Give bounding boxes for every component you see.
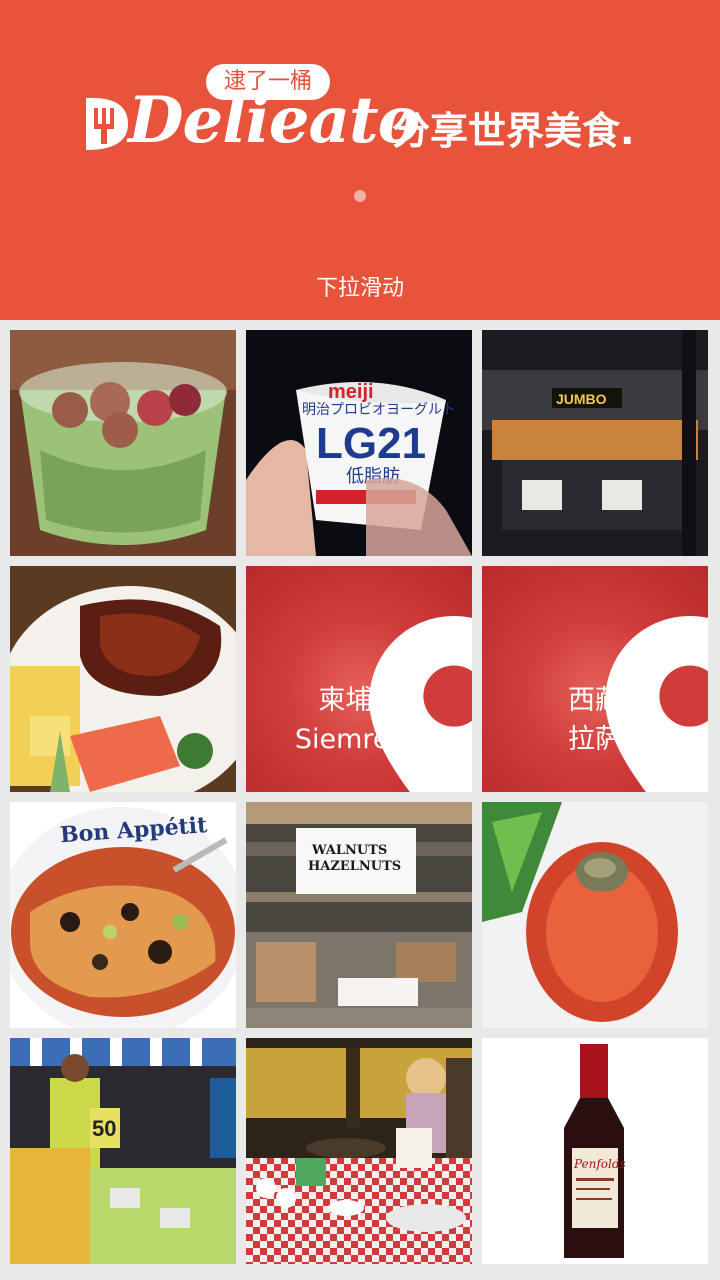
logo-slogan: 分享世界美食. — [392, 109, 635, 153]
app-logo: 逮了一桶 Delieato 分享世界美食. — [74, 60, 654, 170]
page-indicator-dot — [354, 190, 366, 202]
buffet-table-photo-icon — [246, 1038, 472, 1264]
svg-text:50: 50 — [92, 1116, 116, 1141]
location-tile-cambodia[interactable]: 柬埔寨 Siemreab — [246, 566, 472, 792]
tea-glass-photo-icon — [10, 330, 236, 556]
restaurant-photo-icon: JUMBO — [482, 330, 708, 556]
photo-tile[interactable]: Penfolds — [482, 1038, 708, 1264]
location-tile-tibet[interactable]: 西藏 拉萨 — [482, 566, 708, 792]
pull-down-hint: 下拉滑动 — [315, 276, 404, 301]
svg-text:meiji: meiji — [328, 381, 374, 403]
bowl-noodles-photo-icon: Bon Appétit — [10, 802, 236, 1028]
svg-text:HAZELNUTS: HAZELNUTS — [308, 859, 401, 874]
nut-stall-photo-icon: WALNUTS HAZELNUTS — [246, 802, 472, 1028]
grilled-meat-plate-photo-icon — [10, 566, 236, 792]
photo-tile[interactable] — [482, 802, 708, 1028]
svg-text:LG21: LG21 — [316, 419, 426, 468]
photo-tile[interactable] — [10, 566, 236, 792]
app-header: 逮了一桶 Delieato 分享世界美食. 下拉滑动 — [0, 0, 720, 320]
fork-logo-icon — [86, 97, 128, 150]
svg-text:WALNUTS: WALNUTS — [311, 843, 387, 858]
photo-tile[interactable]: meiji 明治プロビオヨーグルト LG21 低脂肪 — [246, 330, 472, 556]
location-name-secondary: 拉萨 — [568, 724, 622, 755]
stuffed-tomato-photo-icon — [482, 802, 708, 1028]
yogurt-cup-photo-icon: meiji 明治プロビオヨーグルト LG21 低脂肪 — [246, 330, 472, 556]
location-name-primary: 西藏 — [568, 685, 622, 716]
location-name-secondary: Siemreab — [294, 724, 424, 755]
photo-tile[interactable]: 50 — [10, 1038, 236, 1264]
photo-tile[interactable]: Bon Appétit — [10, 802, 236, 1028]
photo-tile[interactable] — [10, 330, 236, 556]
food-photo-grid: meiji 明治プロビオヨーグルト LG21 低脂肪 JUMBO 柬埔寨 Sie… — [0, 320, 720, 1280]
svg-text:Penfolds: Penfolds — [573, 1157, 626, 1171]
wine-bottle-photo-icon: Penfolds — [482, 1038, 708, 1264]
photo-tile[interactable]: JUMBO — [482, 330, 708, 556]
market-stall-photo-icon: 50 — [10, 1038, 236, 1264]
photo-tile[interactable] — [246, 1038, 472, 1264]
svg-text:JUMBO: JUMBO — [556, 391, 607, 407]
svg-text:明治プロビオヨーグルト: 明治プロビオヨーグルト — [302, 402, 456, 418]
location-name-primary: 柬埔寨 — [318, 685, 400, 716]
logo-wordmark: Delieato — [128, 83, 420, 158]
photo-tile[interactable]: WALNUTS HAZELNUTS — [246, 802, 472, 1028]
